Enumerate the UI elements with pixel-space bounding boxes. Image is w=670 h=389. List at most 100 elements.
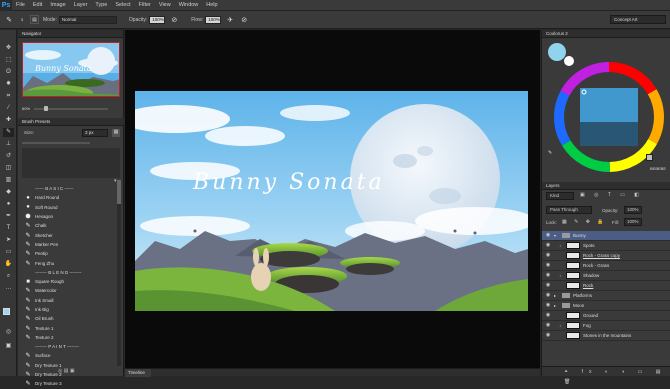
layer-row[interactable]: ◉ ↓ Fog bbox=[542, 321, 670, 331]
list-item[interactable]: -------- P A I N T -------- bbox=[21, 342, 121, 351]
marquee-tool-icon[interactable]: ⬚ bbox=[3, 56, 14, 65]
healing-tool-icon[interactable]: ✚ bbox=[3, 116, 14, 125]
visibility-eye-icon[interactable]: ◉ bbox=[542, 252, 554, 258]
layer-row[interactable]: ◉ ▸ Platforms bbox=[542, 291, 670, 301]
color-picker-icon[interactable]: ✎ bbox=[548, 150, 552, 156]
navigator-zoom-knob[interactable] bbox=[44, 106, 48, 111]
list-item[interactable]: ✎ Ink Small bbox=[21, 296, 121, 305]
menu-image[interactable]: Image bbox=[46, 0, 69, 11]
workspace-select[interactable]: Concept Art bbox=[610, 15, 666, 24]
layer-filter-icons[interactable]: ▣ ◎ T ▭ ◧ bbox=[580, 192, 643, 198]
menu-window[interactable]: Window bbox=[175, 0, 203, 11]
brush-panel-toggle-icon[interactable]: ▤ bbox=[30, 15, 39, 24]
list-item[interactable]: -------- B L E N D -------- bbox=[21, 268, 121, 277]
brush-size-indicator[interactable]: 3 bbox=[18, 15, 26, 25]
visibility-eye-icon[interactable]: ◉ bbox=[542, 242, 554, 248]
visibility-eye-icon[interactable]: ◉ bbox=[542, 272, 554, 278]
menu-file[interactable]: File bbox=[12, 0, 29, 11]
list-item[interactable]: ✎ Sketcher bbox=[21, 230, 121, 239]
brush-size-slider[interactable] bbox=[22, 142, 90, 144]
layer-row[interactable]: ◉ Stones in the mountains bbox=[542, 331, 670, 341]
clone-stamp-tool-icon[interactable]: ⊥ bbox=[3, 140, 14, 149]
visibility-eye-icon[interactable]: ◉ bbox=[542, 282, 554, 288]
list-item[interactable]: ✎ Feng Zhu bbox=[21, 258, 121, 267]
menu-layer[interactable]: Layer bbox=[70, 0, 92, 11]
lasso-tool-icon[interactable]: ʘ bbox=[3, 68, 14, 77]
brush-list-scroll-thumb[interactable] bbox=[117, 180, 121, 204]
fill-input[interactable]: 100% bbox=[624, 218, 642, 226]
opacity-input[interactable]: 100% bbox=[149, 15, 166, 24]
list-item[interactable]: ● Hard Round bbox=[21, 193, 121, 202]
mode-select[interactable]: Normal bbox=[58, 15, 117, 24]
menu-view[interactable]: View bbox=[155, 0, 175, 11]
dodge-tool-icon[interactable]: ● bbox=[3, 200, 14, 209]
list-item[interactable]: ✎ Chalk bbox=[21, 221, 121, 230]
layer-row[interactable]: ◉ ▾ Bunny bbox=[542, 231, 670, 241]
visibility-eye-icon[interactable]: ◉ bbox=[542, 292, 554, 298]
list-item[interactable]: ------ B A S I C ------ bbox=[21, 184, 121, 193]
visibility-eye-icon[interactable]: ◉ bbox=[542, 302, 554, 308]
hand-tool-icon[interactable]: ✋ bbox=[3, 260, 14, 269]
path-select-tool-icon[interactable]: ➤ bbox=[3, 236, 14, 245]
move-tool-icon[interactable]: ✥ bbox=[3, 44, 14, 53]
gray-swatch[interactable] bbox=[646, 154, 653, 161]
history-brush-tool-icon[interactable]: ↺ bbox=[3, 152, 14, 161]
list-item[interactable]: ✎ Ink Big bbox=[21, 305, 121, 314]
visibility-eye-icon[interactable]: ◉ bbox=[542, 312, 554, 318]
blend-mode-select[interactable]: Pass Through bbox=[546, 206, 592, 214]
more-tools-icon[interactable]: … bbox=[3, 284, 14, 293]
quick-select-tool-icon[interactable]: ✸ bbox=[3, 80, 14, 89]
brush-panel-icon[interactable]: ▦ bbox=[112, 129, 120, 137]
list-item[interactable]: ● Soft Round bbox=[21, 203, 121, 212]
layer-row[interactable]: ◉ ↓ Shadow bbox=[542, 271, 670, 281]
brush-size-input[interactable]: 3 px bbox=[82, 129, 108, 137]
menu-help[interactable]: Help bbox=[202, 0, 221, 11]
flow-input[interactable]: 100% bbox=[205, 15, 222, 24]
menu-filter[interactable]: Filter bbox=[135, 0, 155, 11]
expand-arrow-icon[interactable]: ▸ bbox=[554, 293, 560, 298]
opacity-pressure-icon[interactable]: ⊘ bbox=[169, 15, 179, 25]
brush-panel-footer-icons[interactable]: ◎ ▤ ▣ bbox=[58, 368, 75, 374]
menu-type[interactable]: Type bbox=[91, 0, 111, 11]
list-item[interactable]: ✎ Surface bbox=[21, 351, 121, 360]
brush-tool-icon[interactable]: ✎ bbox=[4, 15, 14, 25]
pen-tool-icon[interactable]: ✒ bbox=[3, 212, 14, 221]
crop-tool-icon[interactable]: ⌗ bbox=[3, 92, 14, 101]
foreground-color-swatch[interactable] bbox=[3, 308, 10, 315]
brush-tool-icon[interactable]: ✎ bbox=[3, 128, 14, 137]
lock-icons[interactable]: ▦ ✎ ✥ 🔒 bbox=[562, 219, 607, 225]
navigator-zoom-value[interactable]: 60% bbox=[22, 106, 30, 111]
hex-value[interactable]: BEBEBE bbox=[650, 166, 666, 171]
eyedropper-tool-icon[interactable]: ⁄ bbox=[3, 104, 14, 113]
list-item[interactable]: ■ Square Rough bbox=[21, 277, 121, 286]
coolorus-tab[interactable]: Coolorus 2 bbox=[542, 30, 670, 38]
visibility-eye-icon[interactable]: ◉ bbox=[542, 232, 554, 238]
list-item[interactable]: ✎ Dry Texture 3 bbox=[21, 379, 121, 388]
screen-mode-icon[interactable]: ▣ bbox=[3, 342, 14, 351]
list-item[interactable]: ✎ Pentip bbox=[21, 249, 121, 258]
layer-filter-select[interactable]: Kind bbox=[546, 192, 574, 200]
foreground-color-swatch[interactable] bbox=[548, 43, 566, 61]
layer-row[interactable]: ◉ Rock - Grass copy bbox=[542, 251, 670, 261]
visibility-eye-icon[interactable]: ◉ bbox=[542, 332, 554, 338]
quick-mask-icon[interactable]: ◎ bbox=[3, 328, 14, 337]
list-item[interactable]: ⬢ Hexagon bbox=[21, 212, 121, 221]
layer-opacity-input[interactable]: 100% bbox=[624, 206, 642, 214]
list-item[interactable]: ✎ Texture 2 bbox=[21, 333, 121, 342]
list-item[interactable]: ✎ Watercolor bbox=[21, 286, 121, 295]
layer-row[interactable]: ◉ Rock bbox=[542, 281, 670, 291]
size-pressure-icon[interactable]: ⊘ bbox=[239, 15, 249, 25]
eraser-tool-icon[interactable]: ◫ bbox=[3, 164, 14, 173]
layer-row[interactable]: ◉ ↓ Spots bbox=[542, 241, 670, 251]
shape-tool-icon[interactable]: ▭ bbox=[3, 248, 14, 257]
airbrush-icon[interactable]: ✈ bbox=[225, 15, 235, 25]
brush-presets-tab[interactable]: Brush Presets bbox=[18, 118, 124, 126]
document-canvas-area[interactable]: Bunny Sonata bbox=[125, 30, 540, 368]
expand-arrow-icon[interactable]: ▾ bbox=[554, 233, 560, 238]
navigator-thumbnail[interactable]: Bunny Sonata bbox=[22, 42, 120, 97]
visibility-eye-icon[interactable]: ◉ bbox=[542, 262, 554, 268]
expand-arrow-icon[interactable]: ▸ bbox=[554, 303, 560, 308]
visibility-eye-icon[interactable]: ◉ bbox=[542, 322, 554, 328]
list-item[interactable]: ✎ Texture 1 bbox=[21, 323, 121, 332]
layers-footer-icons[interactable]: ⚭ fx ◐ ◑ ▭ ▤ 🗑 bbox=[542, 366, 670, 385]
